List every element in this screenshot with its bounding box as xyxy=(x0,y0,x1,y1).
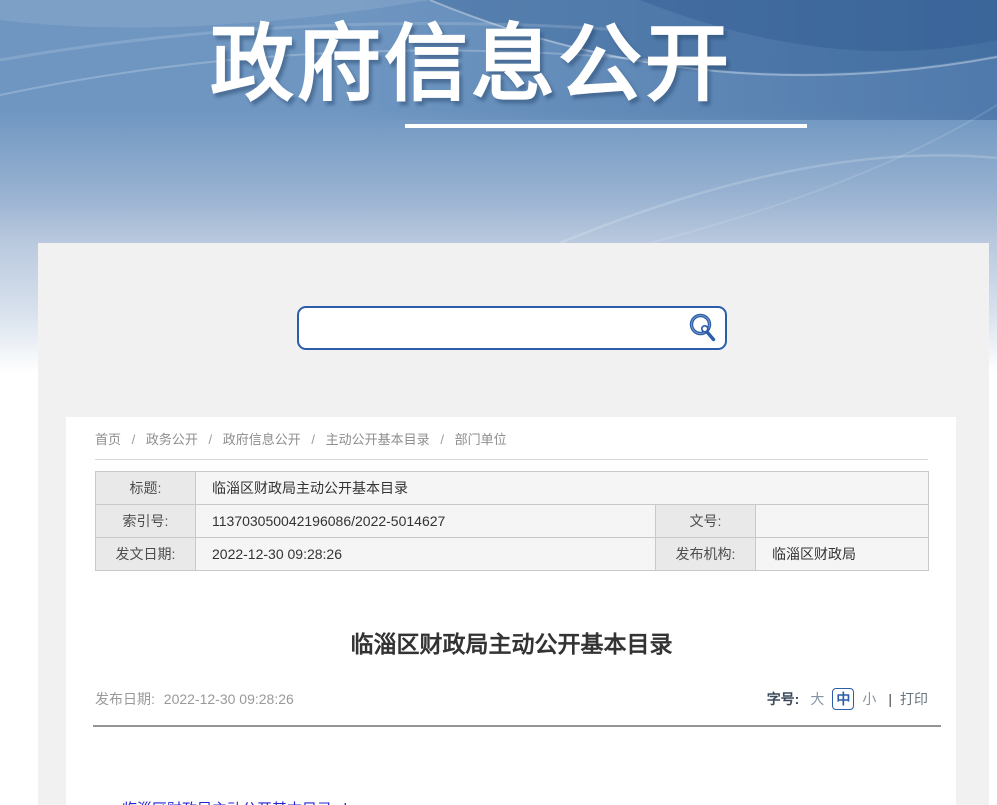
breadcrumb-zhengwu[interactable]: 政务公开 xyxy=(146,432,198,447)
breadcrumb: 首页 / 政务公开 / 政府信息公开 / 主动公开基本目录 / 部门单位 xyxy=(95,417,928,448)
attachment-link-xlsx[interactable]: 临淄区财政局主动公开基本目录.xlsx xyxy=(122,801,362,805)
content-card: 首页 / 政务公开 / 政府信息公开 / 主动公开基本目录 / 部门单位 标题:… xyxy=(38,243,989,805)
meta-label-issue-date: 发文日期: xyxy=(96,538,196,571)
font-size-large-button[interactable]: 大 xyxy=(810,689,824,709)
breadcrumb-zhudong-mulu[interactable]: 主动公开基本目录 xyxy=(326,432,430,447)
breadcrumb-xinxi-gongkai[interactable]: 政府信息公开 xyxy=(223,432,301,447)
meta-value-title: 临淄区财政局主动公开基本目录 xyxy=(196,472,929,505)
banner-title: 政府信息公开 xyxy=(210,14,750,114)
breadcrumb-home[interactable]: 首页 xyxy=(95,432,121,447)
meta-label-publisher: 发布机构: xyxy=(656,538,756,571)
font-size-controls: 字号: 大 中 小 | 打印 xyxy=(767,688,928,710)
publish-date-value: 2022-12-30 09:28:26 xyxy=(164,691,294,707)
article-toolbar: 发布日期: 2022-12-30 09:28:26 字号: 大 中 小 | 打印 xyxy=(95,688,928,710)
meta-label-index-no: 索引号: xyxy=(96,505,196,538)
meta-value-doc-no xyxy=(756,505,929,538)
search-input[interactable] xyxy=(299,311,681,345)
meta-label-title: 标题: xyxy=(96,472,196,505)
banner-underline xyxy=(405,124,807,128)
meta-value-index-no: 113703050042196086/2022-5014627 xyxy=(196,505,656,538)
meta-value-issue-date: 2022-12-30 09:28:26 xyxy=(196,538,656,571)
publish-date-label: 发布日期: xyxy=(95,691,155,707)
font-size-label: 字号: xyxy=(767,689,800,709)
breadcrumb-divider xyxy=(95,459,928,460)
search-button[interactable] xyxy=(681,310,725,346)
article-panel: 首页 / 政务公开 / 政府信息公开 / 主动公开基本目录 / 部门单位 标题:… xyxy=(66,417,956,805)
article-title: 临淄区财政局主动公开基本目录 xyxy=(95,625,928,659)
content-divider xyxy=(93,725,941,727)
document-meta-table: 标题: 临淄区财政局主动公开基本目录 索引号: 1137030500421960… xyxy=(95,471,929,571)
meta-value-publisher: 临淄区财政局 xyxy=(756,538,929,571)
search-box xyxy=(297,306,727,350)
print-button[interactable]: 打印 xyxy=(900,689,928,709)
publish-date: 发布日期: 2022-12-30 09:28:26 xyxy=(95,689,294,709)
table-row: 索引号: 113703050042196086/2022-5014627 文号: xyxy=(96,505,929,538)
search-icon xyxy=(687,312,719,344)
breadcrumb-bumen-danwei[interactable]: 部门单位 xyxy=(455,432,507,447)
table-row: 发文日期: 2022-12-30 09:28:26 发布机构: 临淄区财政局 xyxy=(96,538,929,571)
page-banner: 政府信息公开 xyxy=(0,0,997,243)
toolbar-separator: | xyxy=(888,691,892,707)
breadcrumb-separator: / xyxy=(440,432,444,447)
attachment-area: 临淄区财政局主动公开基本目录.xlsx xyxy=(95,798,928,805)
meta-label-doc-no: 文号: xyxy=(656,505,756,538)
breadcrumb-separator: / xyxy=(209,432,213,447)
font-size-medium-button[interactable]: 中 xyxy=(832,688,854,710)
font-size-small-button[interactable]: 小 xyxy=(862,689,876,709)
page: 政府信息公开 首页 / 政务公开 xyxy=(0,0,997,805)
breadcrumb-separator: / xyxy=(132,432,136,447)
breadcrumb-separator: / xyxy=(311,432,315,447)
table-row: 标题: 临淄区财政局主动公开基本目录 xyxy=(96,472,929,505)
